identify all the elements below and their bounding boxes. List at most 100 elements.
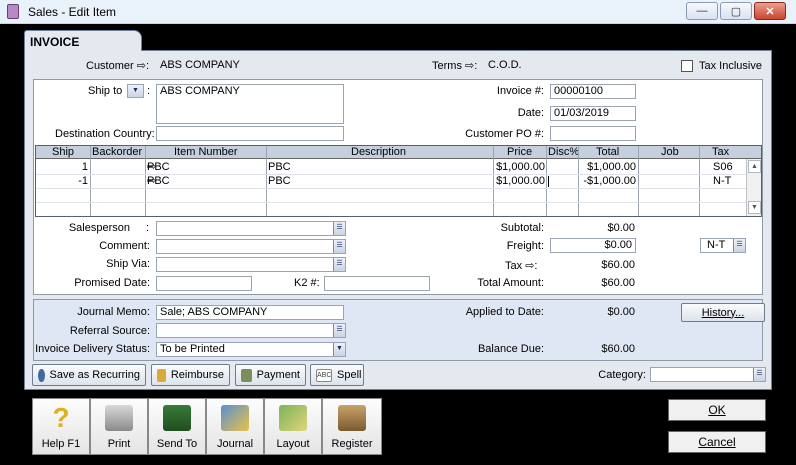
list-icon[interactable]: ☰ xyxy=(753,368,765,381)
salesperson-label: Salesperson xyxy=(68,222,130,234)
save-as-recurring-button[interactable]: Save as Recurring xyxy=(32,364,146,386)
applied-to-date-label: Applied to Date: xyxy=(465,306,544,318)
delivery-status-select[interactable]: To be Printed ▼ xyxy=(156,342,346,357)
printer-icon xyxy=(105,405,133,431)
help-button[interactable]: ? Help F1 xyxy=(32,398,90,455)
col-disc[interactable]: Disc% xyxy=(548,146,579,159)
tax-inclusive-checkbox[interactable] xyxy=(681,60,693,72)
tax-label: Tax ⇨: xyxy=(505,260,538,272)
col-ship[interactable]: Ship xyxy=(52,146,74,159)
register-icon xyxy=(338,405,366,431)
ok-button[interactable]: OK xyxy=(668,399,766,421)
freight-label: Freight: xyxy=(506,240,544,252)
col-price[interactable]: Price xyxy=(507,146,532,159)
referral-source-field[interactable]: ☰ xyxy=(156,323,346,338)
table-row[interactable]: -1 ⇨ PBC PBC $1,000.00 -$1,000.00 N-T xyxy=(36,174,746,188)
customer-arrow-icon[interactable]: ⇨ xyxy=(137,60,146,72)
customer-label: Customer ⇨: xyxy=(86,60,150,72)
total-amount-value: $60.00 xyxy=(601,277,635,289)
reimburse-button[interactable]: Reimburse xyxy=(151,364,230,386)
spell-check-icon: ABC xyxy=(316,368,332,382)
destination-country-field[interactable] xyxy=(156,126,344,141)
terms-value[interactable]: C.O.D. xyxy=(488,59,522,71)
promised-date-field[interactable] xyxy=(156,276,252,291)
list-icon[interactable]: ☰ xyxy=(333,258,345,271)
date-label: Date: xyxy=(517,107,544,119)
tax-inclusive-label: Tax Inclusive xyxy=(699,60,762,72)
ship-to-colon: : xyxy=(147,85,151,97)
salesperson-field[interactable]: ☰ xyxy=(156,221,346,236)
scroll-down-icon[interactable]: ▼ xyxy=(748,201,761,214)
freight-field[interactable]: $0.00 xyxy=(550,238,636,253)
chevron-down-icon: ▼ xyxy=(132,87,139,94)
window-title: Sales - Edit Item xyxy=(28,5,117,19)
line-items-grid: Ship Backorder Item Number Description P… xyxy=(35,145,762,217)
total-amount-label: Total Amount: xyxy=(477,277,544,289)
ship-via-field[interactable]: ☰ xyxy=(156,257,346,272)
col-tax[interactable]: Tax xyxy=(712,146,729,159)
bottom-toolbar: ? Help F1 Print Send To Journal Layout R… xyxy=(32,398,382,455)
scroll-up-icon[interactable]: ▲ xyxy=(748,160,761,173)
list-icon[interactable]: ☰ xyxy=(733,239,745,252)
list-icon[interactable]: ☰ xyxy=(333,324,345,337)
tab-invoice[interactable]: INVOICE xyxy=(24,30,142,51)
promised-date-label: Promised Date: xyxy=(74,277,150,289)
list-icon[interactable]: ☰ xyxy=(333,222,345,235)
balance-due-label: Balance Due: xyxy=(477,343,544,355)
payment-button[interactable]: Payment xyxy=(235,364,306,386)
ship-to-dropdown[interactable]: ▼ xyxy=(127,84,144,98)
cancel-button[interactable]: Cancel xyxy=(668,431,766,453)
tax-arrow-icon[interactable]: ⇨ xyxy=(525,260,534,272)
history-button[interactable]: History... xyxy=(681,303,765,322)
applied-to-date-value: $0.00 xyxy=(607,306,635,318)
list-icon[interactable]: ☰ xyxy=(333,240,345,253)
text-cursor xyxy=(548,176,549,187)
title-bar: Sales - Edit Item — ▢ ✕ xyxy=(0,0,796,24)
customer-po-label: Customer PO #: xyxy=(465,128,544,140)
mailbox-icon xyxy=(163,405,191,431)
comment-field[interactable]: ☰ xyxy=(156,239,346,254)
close-button[interactable]: ✕ xyxy=(754,2,786,20)
category-field[interactable]: ☰ xyxy=(650,367,766,382)
destination-country-label: Destination Country: xyxy=(55,128,155,140)
freight-tax-code[interactable]: N-T ☰ xyxy=(700,238,746,253)
customer-po-field[interactable] xyxy=(550,126,636,141)
layout-button[interactable]: Layout xyxy=(264,398,322,455)
minimize-button[interactable]: — xyxy=(686,2,718,20)
col-total[interactable]: Total xyxy=(596,146,619,159)
maximize-button[interactable]: ▢ xyxy=(720,2,752,20)
journal-button[interactable]: Journal xyxy=(206,398,264,455)
col-description[interactable]: Description xyxy=(351,146,406,159)
reimburse-icon xyxy=(157,368,166,382)
send-to-button[interactable]: Send To xyxy=(148,398,206,455)
col-backorder[interactable]: Backorder xyxy=(92,146,142,159)
print-button[interactable]: Print xyxy=(90,398,148,455)
col-item-number[interactable]: Item Number xyxy=(174,146,238,159)
recurring-icon xyxy=(38,368,45,382)
delivery-status-label: Invoice Delivery Status: xyxy=(35,343,150,355)
k2-field[interactable] xyxy=(324,276,430,291)
payment-icon xyxy=(241,368,252,382)
ship-via-label: Ship Via: xyxy=(106,258,150,270)
invoice-no-label: Invoice #: xyxy=(496,85,544,97)
spell-button[interactable]: ABC Spell xyxy=(310,364,364,386)
customer-value[interactable]: ABS COMPANY xyxy=(160,59,240,71)
comment-label: Comment: xyxy=(99,240,150,252)
journal-memo-field[interactable]: Sale; ABS COMPANY xyxy=(156,305,344,320)
date-field[interactable]: 01/03/2019 xyxy=(550,106,636,121)
app-icon xyxy=(7,4,19,19)
ship-to-address[interactable]: ABS COMPANY xyxy=(156,84,344,124)
k2-label: K2 #: xyxy=(294,277,320,289)
chevron-down-icon[interactable]: ▼ xyxy=(333,343,345,356)
grid-scrollbar[interactable]: ▲ ▼ xyxy=(746,159,761,216)
terms-label: Terms ⇨: xyxy=(432,60,478,72)
table-row[interactable]: 1 ⇨ PBC PBC $1,000.00 $1,000.00 S06 xyxy=(36,160,746,174)
layout-icon xyxy=(279,405,307,431)
journal-icon xyxy=(221,405,249,431)
col-job[interactable]: Job xyxy=(661,146,679,159)
invoice-no-field[interactable]: 00000100 xyxy=(550,84,636,99)
subtotal-value: $0.00 xyxy=(607,222,635,234)
help-icon: ? xyxy=(52,402,70,433)
terms-arrow-icon[interactable]: ⇨ xyxy=(465,60,474,72)
register-button[interactable]: Register xyxy=(322,398,382,455)
